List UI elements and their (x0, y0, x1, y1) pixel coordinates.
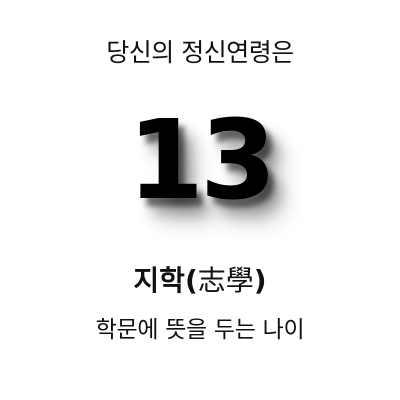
age-term: 지학(志學) (0, 264, 400, 298)
mental-age-number: 13 (127, 96, 276, 224)
intro-text: 당신의 정신연령은 (106, 38, 294, 67)
result-card: 당신의 정신연령은 13 지학(志學) 학문에 뜻을 두는 나이 (0, 0, 400, 400)
age-term-korean: 지학 (133, 264, 185, 297)
age-term-hanja: 志學 (197, 264, 254, 297)
age-term-meaning: 학문에 뜻을 두는 나이 (95, 317, 305, 343)
age-term-close-paren: ) (253, 264, 267, 297)
age-term-open-paren: ( (184, 264, 198, 297)
